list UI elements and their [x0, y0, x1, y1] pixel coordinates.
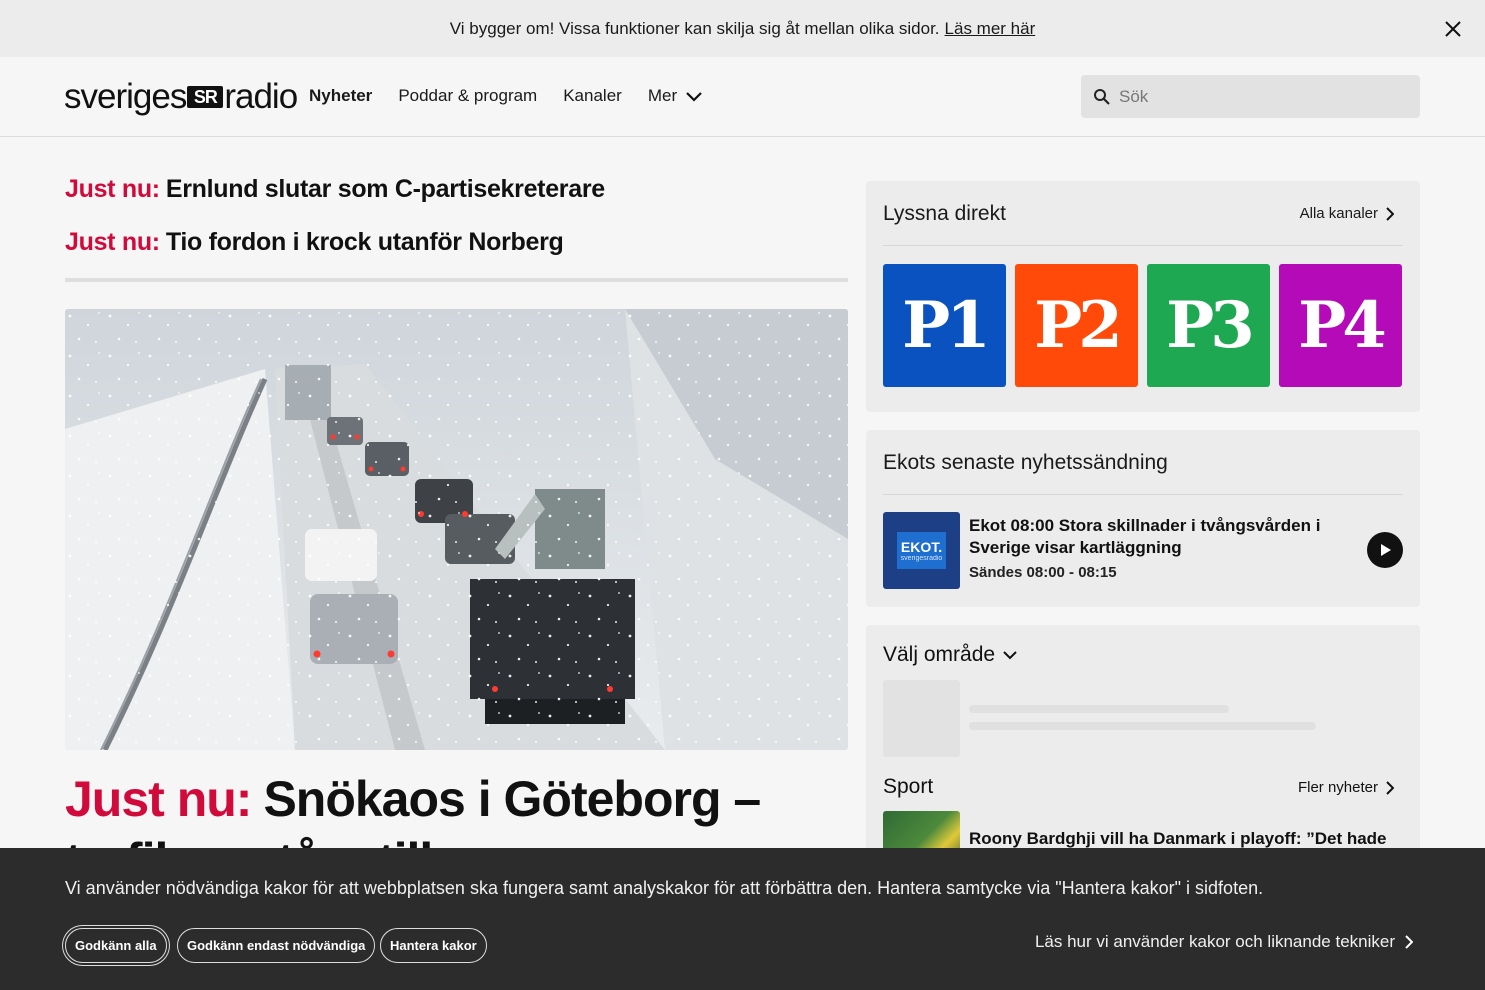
loading-placeholder-line	[969, 722, 1316, 730]
search-box[interactable]	[1081, 75, 1420, 118]
just-now-tag: Just nu:	[65, 175, 160, 203]
ekot-item-time: Sändes 08:00 - 08:15	[969, 564, 1117, 581]
ekot-latest-title: Ekots senaste nyhetssändning	[883, 451, 1168, 474]
chevron-right-icon	[1405, 935, 1413, 949]
cookie-info-link[interactable]: Läs hur vi använder kakor och liknande t…	[1035, 932, 1413, 952]
nav-item-poddar-program[interactable]: Poddar & program	[398, 86, 537, 106]
nav-item-kanaler[interactable]: Kanaler	[563, 86, 622, 106]
select-region-label: Välj område	[883, 643, 996, 666]
ekot-logo-sub: sverigesradio	[900, 555, 943, 562]
hero-image[interactable]	[65, 309, 848, 750]
region-sport-card: Välj område Sport Fler nyheter Roony Bar…	[866, 625, 1420, 871]
flash-news-item[interactable]: Just nu: Tio fordon i krock utanför Norbe…	[65, 228, 564, 257]
just-now-tag: Just nu:	[65, 228, 160, 256]
more-news-link[interactable]: Fler nyheter	[1298, 779, 1394, 796]
chevron-down-icon	[1003, 650, 1017, 659]
ekot-broadcast-item[interactable]: EKOT. sverigesradio Ekot 08:00 Stora ski…	[883, 512, 1403, 590]
channel-p3-button[interactable]: P3	[1147, 264, 1270, 387]
accept-all-button[interactable]: Godkänn alla	[65, 928, 167, 963]
cookie-consent-bar: Vi använder nödvändiga kakor för att web…	[0, 848, 1485, 990]
flash-news-text: Tio fordon i krock utanför Norberg	[165, 228, 564, 256]
ekot-thumbnail: EKOT. sverigesradio	[883, 512, 960, 589]
nav-item-nyheter[interactable]: Nyheter	[309, 86, 372, 106]
site-header: sveriges SR radio Nyheter Poddar & program…	[0, 57, 1485, 137]
search-icon	[1094, 88, 1110, 105]
logo-mark: SR	[187, 86, 224, 108]
just-now-tag: Just nu:	[65, 771, 252, 827]
sveriges-radio-logo[interactable]: sveriges SR radio	[64, 77, 298, 117]
ekot-item-title: Ekot 08:00 Stora skillnader i tvångsvård…	[969, 516, 1321, 557]
section-divider	[65, 278, 848, 282]
banner-text: Vi bygger om! Vissa funktioner kan skilj…	[449, 18, 940, 38]
flash-news-item[interactable]: Just nu: Ernlund slutar som C-partisekret…	[65, 175, 605, 204]
close-icon[interactable]	[1443, 19, 1463, 39]
flash-news-text: Ernlund slutar som C-partisekreterare	[165, 175, 605, 203]
ekot-logo: EKOT. sverigesradio	[897, 532, 946, 569]
loading-placeholder-image	[883, 680, 960, 757]
ekot-logo-text: EKOT.	[900, 539, 943, 555]
loading-placeholder-line	[969, 705, 1229, 713]
cookie-consent-text: Vi använder nödvändiga kakor för att web…	[65, 878, 1264, 898]
select-region-dropdown[interactable]: Välj område	[883, 643, 1017, 667]
chevron-right-icon	[1386, 206, 1394, 221]
ekot-latest-card: Ekots senaste nyhetssändning EKOT. sveri…	[866, 430, 1420, 607]
all-channels-link[interactable]: Alla kanaler	[1300, 205, 1394, 222]
main-nav: Nyheter Poddar & program Kanaler Mer	[309, 86, 703, 106]
play-icon	[1381, 544, 1391, 556]
info-banner: Vi bygger om! Vissa funktioner kan skilj…	[0, 0, 1485, 57]
manage-cookies-button[interactable]: Hantera kakor	[380, 928, 487, 963]
banner-read-more-link[interactable]: Läs mer här	[945, 19, 1036, 39]
channel-p4-button[interactable]: P4	[1279, 264, 1402, 387]
sport-article-title[interactable]: Roony Bardghji vill ha Danmark i playoff…	[969, 829, 1387, 849]
accept-necessary-button[interactable]: Godkänn endast nödvändiga	[177, 928, 376, 963]
chevron-right-icon	[1386, 780, 1394, 795]
sport-section-title: Sport	[883, 775, 934, 798]
logo-text-left: sveriges	[64, 77, 187, 116]
channel-p2-button[interactable]: P2	[1015, 264, 1138, 387]
nav-item-mer[interactable]: Mer	[648, 86, 703, 106]
nav-item-mer-label: Mer	[647, 86, 678, 105]
listen-live-card: Lyssna direkt Alla kanaler P1 P2 P3 P4	[866, 181, 1420, 412]
card-divider	[883, 494, 1403, 495]
cookie-info-label: Läs hur vi använder kakor och liknande t…	[1034, 932, 1395, 951]
channel-p1-button[interactable]: P1	[883, 264, 1006, 387]
chevron-down-icon	[686, 92, 702, 102]
play-button[interactable]	[1367, 532, 1403, 568]
search-input[interactable]	[1117, 85, 1397, 108]
channel-list: P1 P2 P3 P4	[883, 264, 1402, 387]
logo-text-right: radio	[224, 77, 298, 116]
listen-live-title: Lyssna direkt	[883, 202, 1006, 225]
more-news-label: Fler nyheter	[1297, 779, 1378, 796]
all-channels-label: Alla kanaler	[1299, 205, 1378, 222]
card-divider	[883, 245, 1403, 246]
